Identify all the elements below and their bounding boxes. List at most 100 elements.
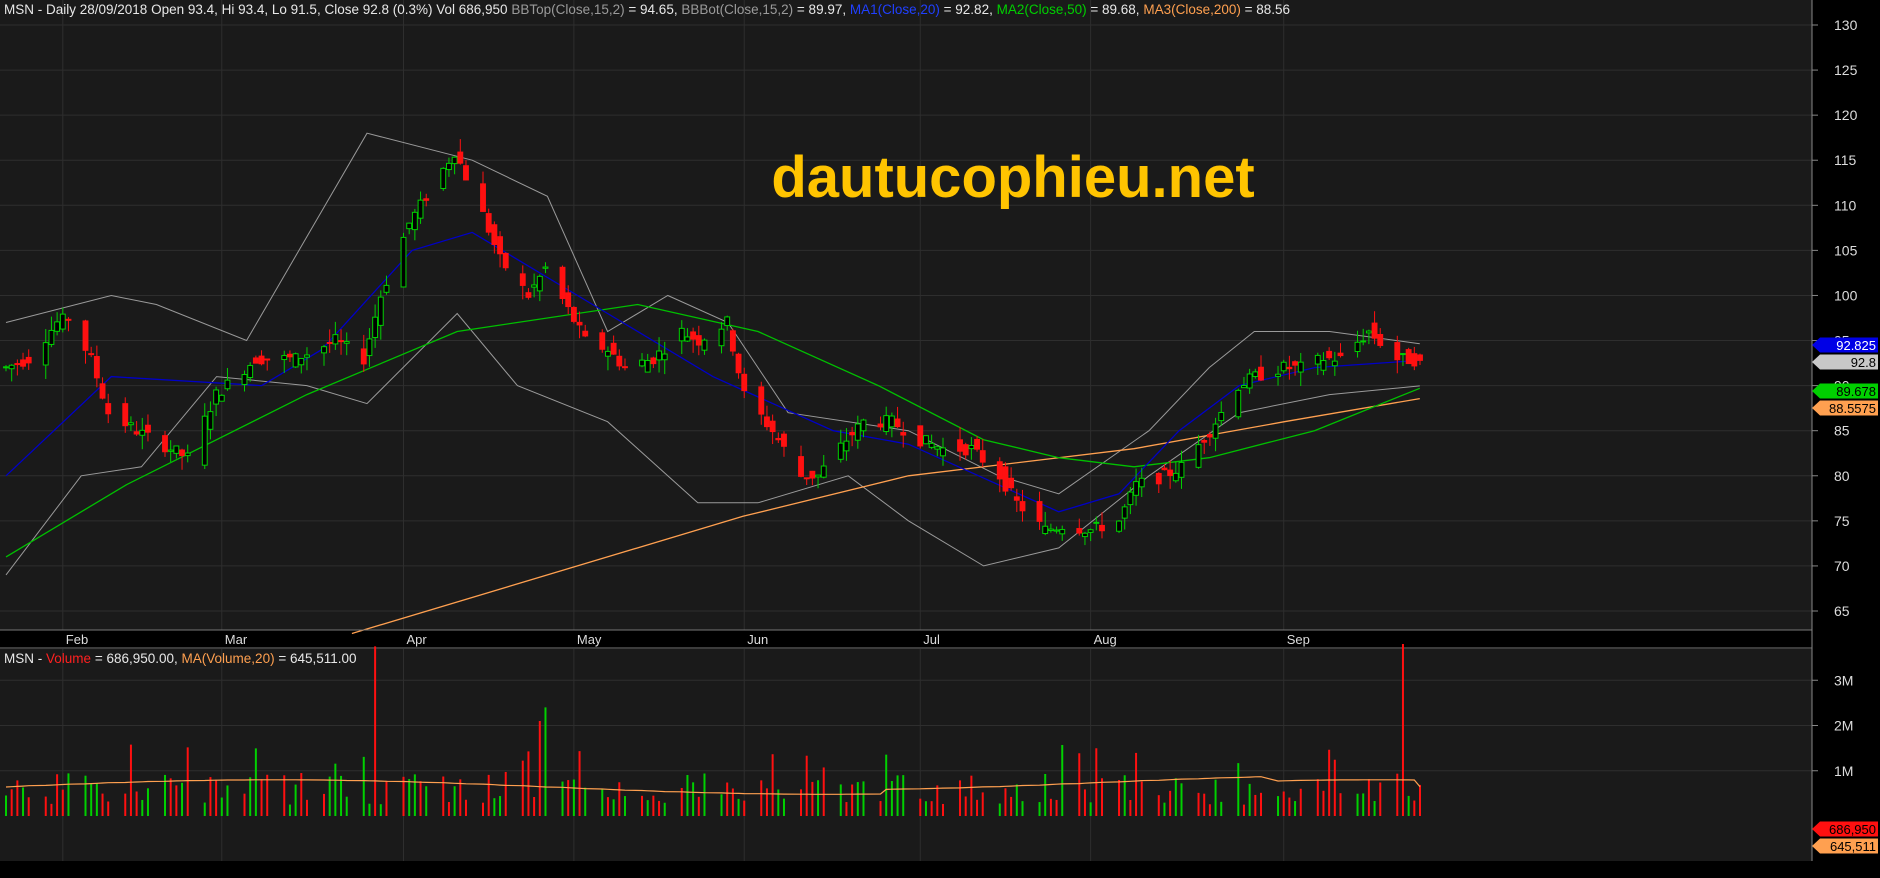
candle-body	[502, 252, 509, 269]
candle-body	[326, 341, 333, 344]
candle-body	[531, 284, 538, 288]
candle-body	[184, 452, 191, 457]
candle-body	[162, 435, 168, 453]
candle-body	[974, 438, 980, 450]
candle-body	[213, 389, 220, 405]
candle-body	[1400, 353, 1406, 356]
candle-body	[519, 273, 526, 286]
candle-body	[837, 442, 844, 460]
candle-body	[1314, 354, 1321, 365]
candle-body	[928, 442, 935, 448]
volume-ma-value-marker: 645,511	[1830, 839, 1876, 854]
candle-body	[1093, 521, 1100, 524]
candle-body	[1178, 461, 1185, 478]
candle-body	[145, 424, 151, 433]
candle-body	[559, 266, 566, 299]
price-axis-label: 80	[1834, 468, 1850, 484]
watermark: dautucophieu.net	[771, 145, 1254, 210]
candle-body	[105, 403, 112, 415]
candle-body	[1405, 349, 1412, 365]
candle-body	[695, 335, 702, 346]
candle-body	[769, 420, 776, 433]
candle-body	[1116, 520, 1122, 532]
candle-body	[639, 359, 645, 367]
candle-body	[1365, 330, 1372, 334]
candle-body	[1360, 340, 1367, 343]
candle-body	[451, 156, 458, 165]
price-axis-label: 70	[1834, 558, 1850, 574]
candle-body	[764, 416, 770, 428]
candle-body	[480, 183, 486, 212]
candle-body	[252, 357, 259, 364]
candle-body	[304, 354, 310, 358]
candle-body	[678, 327, 685, 342]
candle-body	[99, 383, 106, 399]
candle-body	[1053, 529, 1060, 532]
candle-body	[820, 465, 827, 478]
candle-body	[877, 423, 884, 428]
candle-body	[446, 162, 452, 171]
candle-body	[1036, 501, 1043, 522]
candle-body	[20, 359, 26, 367]
candle-body	[400, 236, 407, 288]
candle-body	[179, 449, 185, 456]
candle-body	[996, 461, 1003, 480]
candle-body	[65, 318, 72, 321]
candle-body	[42, 342, 49, 366]
volume-axis-label: 1M	[1834, 763, 1853, 779]
ma3-value-marker: 88.5575	[1829, 401, 1876, 416]
candle-body	[1337, 352, 1344, 357]
price-panel: dautucophieu.net MSN - Daily 28/09/2018 …	[0, 0, 1812, 635]
candle-body	[48, 329, 55, 345]
candle-body	[93, 356, 100, 379]
candle-body	[940, 447, 946, 457]
candle-body	[849, 431, 856, 436]
candle-body	[127, 422, 134, 426]
candle-body	[1377, 334, 1384, 346]
candle-body	[485, 213, 492, 233]
candle-body	[1286, 366, 1293, 370]
candle-body	[718, 328, 725, 347]
candle-body	[25, 356, 32, 364]
candle-body	[644, 360, 651, 373]
volume-value-marker: 686,950	[1829, 822, 1876, 837]
candle-body	[207, 411, 214, 430]
candle-body	[457, 151, 464, 164]
candle-body	[923, 435, 929, 445]
candle-body	[338, 340, 344, 343]
volume-axis-label: 3M	[1834, 672, 1853, 688]
candle-body	[8, 364, 15, 370]
candle-body	[287, 353, 293, 358]
candle-body	[599, 332, 606, 350]
candle-body	[417, 199, 424, 219]
candle-body	[201, 415, 208, 466]
candle-body	[463, 165, 469, 181]
candle-body	[411, 211, 418, 231]
candle-body	[1167, 469, 1174, 477]
candle-body	[735, 353, 742, 374]
candle-body	[3, 366, 9, 369]
candle-body	[650, 357, 657, 365]
candle-body	[883, 415, 890, 433]
candle-body	[1280, 361, 1287, 372]
candle-body	[372, 316, 379, 338]
candle-body	[1292, 361, 1299, 366]
candle-body	[1371, 322, 1378, 339]
volume-axis-label: 2M	[1834, 718, 1853, 734]
candle-body	[803, 477, 810, 480]
candle-body	[1195, 444, 1202, 468]
month-label: Apr	[407, 632, 428, 647]
price-axis-label: 75	[1834, 513, 1850, 529]
candle-body	[962, 444, 969, 456]
candle-body	[1212, 423, 1219, 439]
candle-body	[247, 365, 254, 379]
candle-body	[59, 313, 66, 330]
candle-body	[1394, 342, 1401, 361]
candle-body	[1002, 466, 1009, 492]
candle-body	[1235, 389, 1242, 418]
candle-body	[1127, 491, 1134, 506]
candle-body	[377, 296, 384, 326]
candle-body	[1417, 354, 1423, 361]
candle-body	[54, 321, 61, 332]
candle-body	[1082, 532, 1088, 538]
